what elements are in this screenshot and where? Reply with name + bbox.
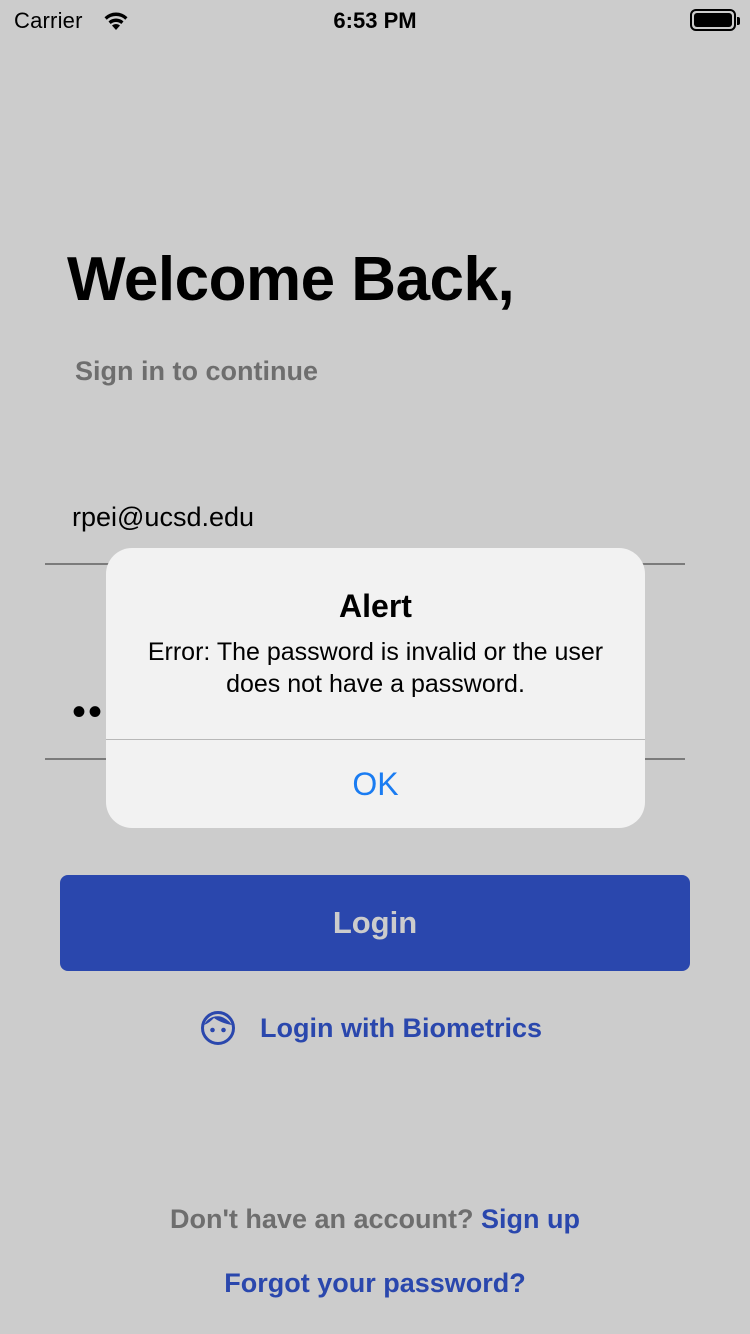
alert-dialog: Alert Error: The password is invalid or … [106,548,645,828]
alert-ok-button[interactable]: OK [106,740,645,828]
alert-title: Alert [339,588,412,624]
alert-message: Error: The password is invalid or the us… [147,638,604,698]
